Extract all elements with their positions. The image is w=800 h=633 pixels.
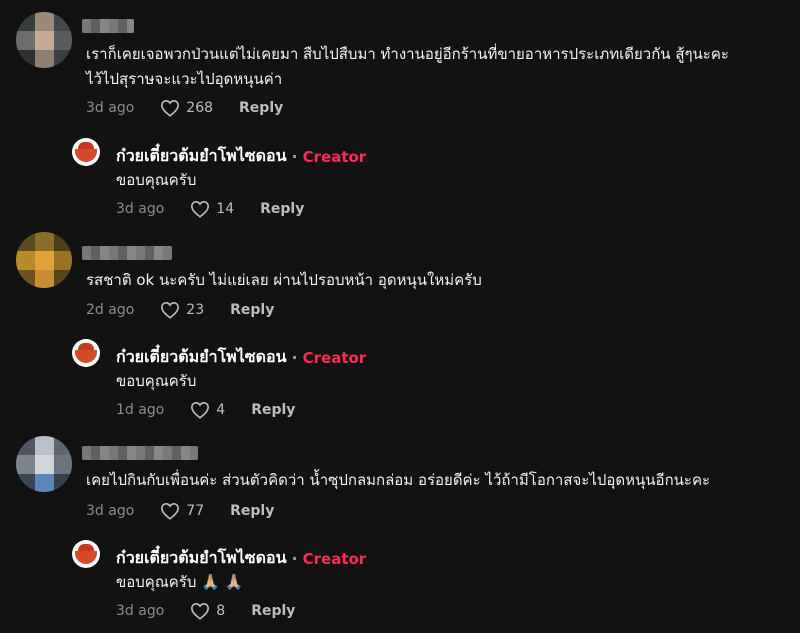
comment-text: รสชาติ ok นะครับ ไม่แย่เลย ผ่านไปรอบหน้า… [86, 271, 482, 289]
like-count: 77 [186, 503, 205, 519]
like-count: 23 [186, 302, 205, 318]
like-button[interactable]: 268 [160, 99, 213, 117]
comment-list: เราก็เคยเจอพวกป่วนแต่ไม่เคยมา สืบไปสืบมา… [0, 0, 800, 633]
reply-text: ขอบคุณครับ [116, 171, 197, 189]
comment-time: 3d ago [86, 503, 135, 519]
like-count: 4 [216, 402, 226, 418]
like-button[interactable]: 14 [190, 200, 234, 218]
reply-button[interactable]: Reply [230, 503, 274, 519]
reply-time: 3d ago [116, 201, 165, 217]
reply-time: 1d ago [116, 402, 165, 418]
username[interactable] [82, 446, 198, 460]
comment-text: เราก็เคยเจอพวกป่วนแต่ไม่เคยมา สืบไปสืบมา… [86, 45, 729, 88]
heart-outline-icon [161, 99, 180, 117]
username[interactable] [82, 246, 172, 260]
comment-time: 2d ago [86, 302, 135, 318]
reply-time: 3d ago [116, 603, 165, 619]
heart-outline-icon [161, 301, 180, 319]
reply-button[interactable]: Reply [230, 302, 274, 318]
creator-name[interactable]: ก๋วยเตี๋ยวต้มยำโพไซดอน [116, 144, 287, 169]
like-button[interactable]: 4 [190, 401, 225, 419]
separator: · [291, 348, 298, 367]
heart-outline-icon [161, 502, 180, 520]
avatar[interactable] [16, 232, 72, 288]
creator-name[interactable]: ก๋วยเตี๋ยวต้มยำโพไซดอน [116, 546, 287, 571]
reply-button[interactable]: Reply [260, 201, 304, 217]
creator-badge: Creator [302, 147, 367, 166]
creator-badge: Creator [302, 348, 367, 367]
creator-name[interactable]: ก๋วยเตี๋ยวต้มยำโพไซดอน [116, 345, 287, 370]
separator: · [291, 147, 298, 166]
reply-text: ขอบคุณครับ 🙏🏼 🙏🏼 [116, 573, 244, 591]
creator-badge: Creator [302, 549, 367, 568]
like-count: 14 [216, 201, 235, 217]
heart-outline-icon [191, 602, 210, 620]
comment-text: เคยไปกินกับเพื่อนค่ะ ส่วนตัวคิดว่า น้ำซุ… [86, 471, 711, 489]
like-count: 8 [216, 603, 226, 619]
like-button[interactable]: 8 [190, 602, 225, 620]
like-button[interactable]: 23 [160, 301, 204, 319]
avatar[interactable] [16, 12, 72, 68]
creator-avatar[interactable] [72, 540, 100, 568]
username[interactable] [82, 19, 134, 33]
reply-button[interactable]: Reply [251, 402, 295, 418]
comment-time: 3d ago [86, 100, 135, 116]
creator-avatar[interactable] [72, 138, 100, 166]
avatar[interactable] [16, 436, 72, 492]
heart-outline-icon [191, 200, 210, 218]
separator: · [291, 549, 298, 568]
reply-text: ขอบคุณครับ [116, 372, 197, 390]
like-count: 268 [186, 100, 214, 116]
heart-outline-icon [191, 401, 210, 419]
like-button[interactable]: 77 [160, 502, 204, 520]
reply-button[interactable]: Reply [251, 603, 295, 619]
reply-button[interactable]: Reply [239, 100, 283, 116]
creator-avatar[interactable] [72, 339, 100, 367]
